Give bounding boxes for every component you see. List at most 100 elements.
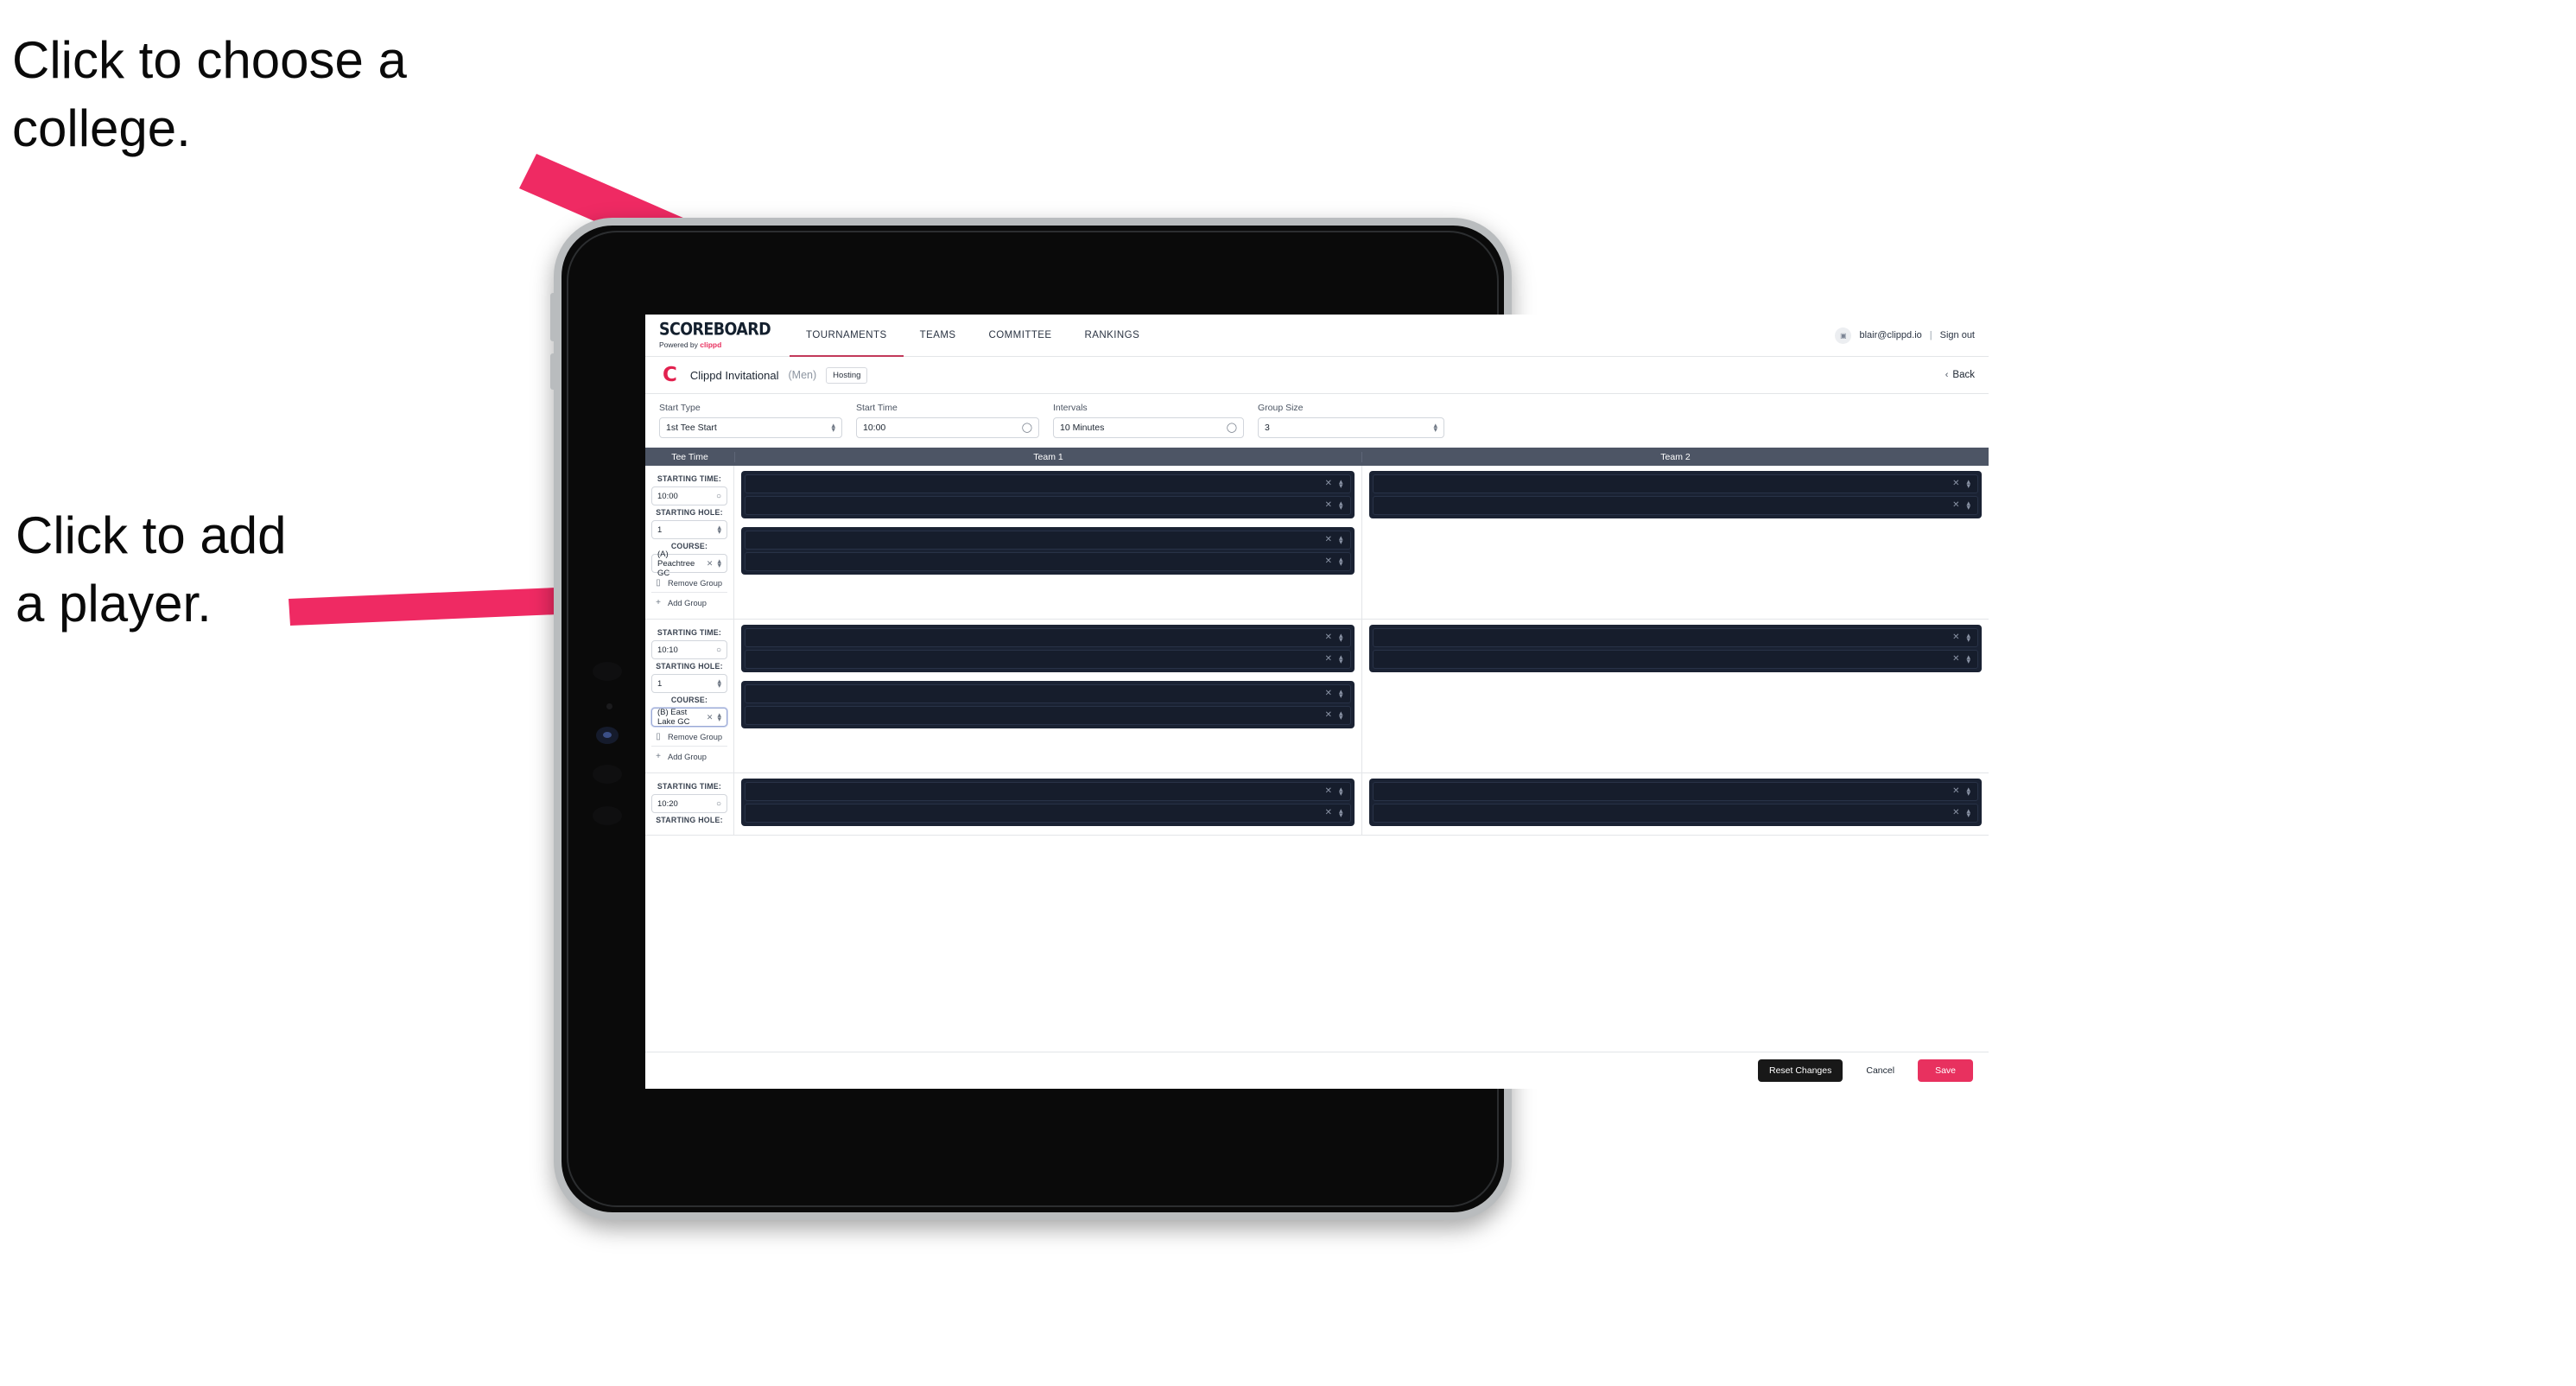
team-2-cell: ✕ ▴ ▾ ✕ ▴ ▾: [1362, 466, 1989, 619]
nav-tab-rankings[interactable]: RANKINGS: [1069, 315, 1157, 356]
starting-time-label: STARTING TIME:: [657, 474, 722, 483]
course-label: COURSE:: [670, 696, 708, 704]
player-select-slot[interactable]: ✕ ▴ ▾: [1372, 474, 1978, 493]
scoreboard-logo[interactable]: SCOREBOARD Powered by clippd: [645, 321, 790, 348]
clear-player-icon[interactable]: ✕: [1325, 557, 1332, 566]
starting-time-input[interactable]: 10:00 ○: [651, 486, 727, 505]
starting-hole-label: STARTING HOLE:: [656, 816, 723, 824]
player-dropdown-icon[interactable]: ▴ ▾: [1966, 632, 1970, 644]
clear-player-icon[interactable]: ✕: [1325, 655, 1332, 664]
player-dropdown-icon[interactable]: ▴ ▾: [1339, 556, 1343, 568]
player-dropdown-icon[interactable]: ▴ ▾: [1339, 478, 1343, 490]
table-row: STARTING TIME: 10:20 ○ STARTING HOLE: ✕ ▴ ▾ ✕ ▴ ▾…: [645, 773, 1989, 836]
clear-player-icon[interactable]: ✕: [1325, 787, 1332, 796]
course-dropdown-icon[interactable]: ▴ ▾: [717, 557, 721, 569]
course-select[interactable]: (A) Peachtree GC ✕ ▴ ▾: [651, 550, 727, 578]
player-select-slot[interactable]: ✕ ▴ ▾: [1372, 804, 1978, 823]
player-select-slot[interactable]: ✕ ▴ ▾: [745, 782, 1351, 801]
remove-group-label: Remove Group: [668, 578, 723, 588]
nav-tab-teams[interactable]: TEAMS: [904, 315, 973, 356]
clear-player-icon[interactable]: ✕: [1325, 690, 1332, 698]
start-time-input[interactable]: 10:00 ◯: [856, 417, 1039, 438]
clear-course-icon[interactable]: ✕: [707, 559, 714, 569]
sign-out-link[interactable]: Sign out: [1940, 330, 1975, 340]
player-dropdown-icon[interactable]: ▴ ▾: [1339, 499, 1343, 512]
annotation-choose-college: Click to choose a college.: [12, 31, 407, 158]
player-dropdown-icon[interactable]: ▴ ▾: [1339, 632, 1343, 644]
remove-group-button[interactable]: ▯ Remove Group: [651, 727, 727, 746]
top-navigation-bar: SCOREBOARD Powered by clippd TOURNAMENTS…: [645, 315, 1989, 357]
starting-hole-label: STARTING HOLE:: [656, 508, 723, 517]
course-select[interactable]: (B) East Lake GC ✕ ▴ ▾: [651, 708, 727, 727]
player-dropdown-icon[interactable]: ▴ ▾: [1339, 653, 1343, 665]
starting-time-input[interactable]: 10:10 ○: [651, 640, 727, 659]
stepper-icon: ▴ ▾: [717, 677, 721, 690]
clear-player-icon[interactable]: ✕: [1325, 633, 1332, 642]
intervals-input[interactable]: 10 Minutes ◯: [1053, 417, 1244, 438]
player-select-slot[interactable]: ✕ ▴ ▾: [745, 628, 1351, 647]
save-button[interactable]: Save: [1918, 1059, 1973, 1082]
reset-changes-button[interactable]: Reset Changes: [1757, 1059, 1843, 1082]
clear-player-icon[interactable]: ✕: [1952, 501, 1959, 510]
clock-icon: ○: [715, 645, 721, 655]
add-group-button[interactable]: + Add Group: [651, 746, 727, 766]
clock-icon-2: ◯: [1226, 422, 1237, 433]
player-select-slot[interactable]: ✕ ▴ ▾: [1372, 782, 1978, 801]
cancel-button[interactable]: Cancel: [1855, 1059, 1906, 1082]
add-group-button[interactable]: + Add Group: [651, 592, 727, 612]
player-select-slot[interactable]: ✕ ▴ ▾: [745, 684, 1351, 703]
player-dropdown-icon[interactable]: ▴ ▾: [1339, 709, 1343, 722]
player-dropdown-icon[interactable]: ▴ ▾: [1966, 499, 1970, 512]
player-dropdown-icon[interactable]: ▴ ▾: [1966, 478, 1970, 490]
player-select-slot[interactable]: ✕ ▴ ▾: [745, 474, 1351, 493]
player-select-slot[interactable]: ✕ ▴ ▾: [745, 496, 1351, 515]
player-select-slot[interactable]: ✕ ▴ ▾: [745, 706, 1351, 725]
remove-group-label: Remove Group: [668, 732, 723, 741]
player-select-slot[interactable]: ✕ ▴ ▾: [1372, 496, 1978, 515]
clear-player-icon[interactable]: ✕: [1952, 480, 1959, 488]
start-type-select[interactable]: 1st Tee Start ▴ ▾: [659, 417, 842, 438]
action-footer: Reset Changes Cancel Save: [645, 1052, 1989, 1089]
nav-tab-tournaments[interactable]: TOURNAMENTS: [790, 315, 904, 357]
course-dropdown-icon[interactable]: ▴ ▾: [717, 711, 721, 723]
clear-player-icon[interactable]: ✕: [1325, 809, 1332, 817]
clear-player-icon[interactable]: ✕: [1952, 633, 1959, 642]
player-dropdown-icon[interactable]: ▴ ▾: [1966, 653, 1970, 665]
team-1-cell: ✕ ▴ ▾ ✕ ▴ ▾ ✕ ▴ ▾ ✕ ▴ ▾: [734, 466, 1362, 619]
column-header-team-2: Team 2: [1660, 451, 1691, 462]
clear-player-icon[interactable]: ✕: [1325, 711, 1332, 720]
clear-player-icon[interactable]: ✕: [1325, 480, 1332, 488]
plus-icon: +: [656, 598, 661, 607]
player-select-slot[interactable]: ✕ ▴ ▾: [1372, 650, 1978, 669]
volume-down-button[interactable]: [550, 353, 556, 390]
player-dropdown-icon[interactable]: ▴ ▾: [1339, 534, 1343, 546]
starting-time-input[interactable]: 10:20 ○: [651, 794, 727, 813]
column-header-tee-time: Tee Time: [645, 451, 735, 462]
team-2-cell: ✕ ▴ ▾ ✕ ▴ ▾: [1362, 773, 1989, 835]
volume-up-button[interactable]: [550, 293, 556, 341]
user-avatar-icon[interactable]: ▣: [1835, 327, 1852, 344]
back-link[interactable]: ‹ Back: [1945, 370, 1975, 380]
clear-course-icon[interactable]: ✕: [707, 713, 714, 722]
player-dropdown-icon[interactable]: ▴ ▾: [1966, 785, 1970, 798]
group-size-select[interactable]: 3 ▴ ▾: [1258, 417, 1444, 438]
player-select-slot[interactable]: ✕ ▴ ▾: [1372, 628, 1978, 647]
clear-player-icon[interactable]: ✕: [1325, 501, 1332, 510]
player-select-slot[interactable]: ✕ ▴ ▾: [745, 552, 1351, 571]
starting-hole-input[interactable]: 1 ▴ ▾: [651, 520, 727, 539]
player-select-slot[interactable]: ✕ ▴ ▾: [745, 804, 1351, 823]
clear-player-icon[interactable]: ✕: [1952, 787, 1959, 796]
clear-player-icon[interactable]: ✕: [1952, 809, 1959, 817]
player-select-slot[interactable]: ✕ ▴ ▾: [745, 650, 1351, 669]
clear-player-icon[interactable]: ✕: [1325, 536, 1332, 544]
player-dropdown-icon[interactable]: ▴ ▾: [1339, 785, 1343, 798]
tee-time-cell: STARTING TIME: 10:10 ○ STARTING HOLE: 1 ▴ ▾ COU…: [645, 620, 734, 772]
player-dropdown-icon[interactable]: ▴ ▾: [1966, 807, 1970, 819]
nav-tab-committee[interactable]: COMMITTEE: [972, 315, 1068, 356]
player-dropdown-icon[interactable]: ▴ ▾: [1339, 688, 1343, 700]
starting-hole-input[interactable]: 1 ▴ ▾: [651, 674, 727, 693]
player-dropdown-icon[interactable]: ▴ ▾: [1339, 807, 1343, 819]
player-select-slot[interactable]: ✕ ▴ ▾: [745, 531, 1351, 550]
clear-player-icon[interactable]: ✕: [1952, 655, 1959, 664]
clock-icon: ○: [715, 798, 721, 809]
